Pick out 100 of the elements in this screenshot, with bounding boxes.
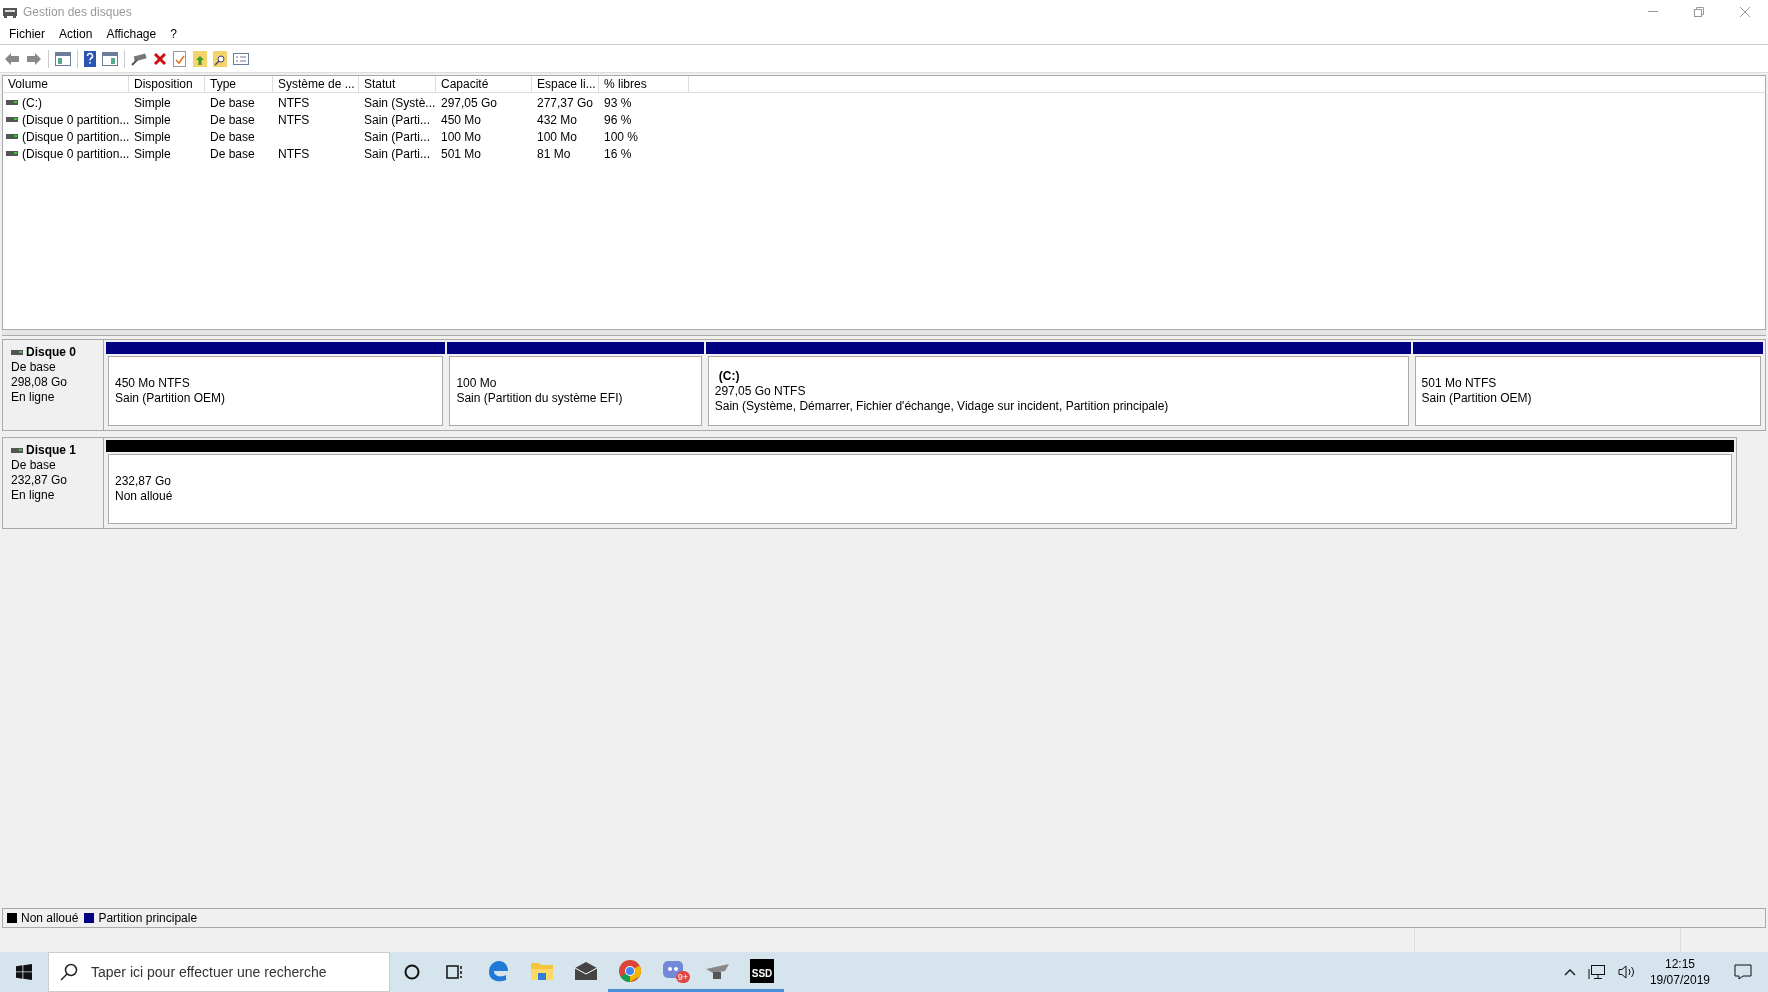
- properties-icon[interactable]: [233, 52, 249, 65]
- restore-icon: [1694, 6, 1704, 17]
- clock-date[interactable]: 19/07/2019: [1649, 972, 1710, 988]
- table-cell-text: 81 Mo: [537, 145, 571, 163]
- partition-status: Sain (Partition du système EFI): [456, 391, 624, 406]
- network-icon[interactable]: [1587, 964, 1606, 980]
- mail-icon: [574, 960, 598, 981]
- column-header[interactable]: Volume: [3, 76, 129, 92]
- console-tree-icon[interactable]: [55, 51, 71, 66]
- table-cell-text: Sain (Parti...: [364, 145, 431, 163]
- partition-size: 450 Mo NTFS: [115, 376, 191, 391]
- table-cell-text: 96 %: [604, 111, 632, 129]
- drive-icon: [6, 117, 18, 122]
- partition-status: Sain (Partition OEM): [115, 391, 227, 406]
- column-header[interactable]: % libres: [599, 76, 689, 92]
- table-cell-text: De base: [210, 145, 255, 163]
- checklist-icon[interactable]: [173, 50, 187, 67]
- table-cell-text: Simple: [134, 94, 171, 112]
- volume-icon[interactable]: [1617, 964, 1636, 980]
- forward-arrow-icon[interactable]: [26, 51, 42, 66]
- table-cell-text: NTFS: [278, 94, 310, 112]
- table-cell-text: 100 Mo: [537, 128, 578, 146]
- disk-size: 232,87 Go: [11, 473, 69, 488]
- disk-name[interactable]: Disque 1: [26, 443, 76, 458]
- minimize-icon: [1648, 11, 1658, 12]
- table-cell-text: De base: [210, 128, 255, 146]
- back-arrow-icon[interactable]: [4, 51, 20, 66]
- partition-card[interactable]: 100 Mo Sain (Partition du système EFI): [449, 356, 702, 426]
- folder-search-icon[interactable]: [213, 50, 227, 67]
- disk-state: En ligne: [11, 390, 56, 405]
- table-cell-text: Simple: [134, 111, 171, 129]
- chrome-icon: [618, 958, 642, 983]
- table-cell-text: 100 %: [604, 128, 639, 146]
- menu-item[interactable]: Fichier: [2, 23, 52, 44]
- search-field[interactable]: Taper ici pour effectuer une recherche: [48, 952, 390, 992]
- table-cell-text: NTFS: [278, 145, 310, 163]
- help-icon[interactable]: [84, 50, 96, 67]
- disk-size: 298,08 Go: [11, 375, 69, 390]
- partition-status: Sain (Système, Démarrer, Fichier d'échange, Vidage sur incident, Partition principale): [714, 398, 1170, 414]
- table-cell-text: Sain (Parti...: [364, 128, 431, 146]
- menu-item[interactable]: ?: [163, 23, 184, 44]
- partition-status: Non alloué: [115, 489, 174, 504]
- taskbar-app-button[interactable]: 9+: [652, 952, 696, 992]
- browser-e-icon: [486, 958, 510, 983]
- table-cell-text: (C:): [22, 94, 42, 112]
- notification-icon[interactable]: [1734, 964, 1752, 980]
- partition-status: Sain (Partition OEM): [1421, 391, 1533, 406]
- partition-size: 100 Mo: [456, 376, 498, 391]
- table-cell-text: 432 Mo: [537, 111, 578, 129]
- table-cell-text: (Disque 0 partition...: [22, 128, 130, 146]
- partition-label: (C:): [717, 368, 741, 384]
- table-cell-text: 16 %: [604, 145, 632, 163]
- partition-card[interactable]: 450 Mo NTFS Sain (Partition OEM): [108, 356, 444, 426]
- taskbar-app-button[interactable]: SSD: [740, 952, 784, 992]
- column-header[interactable]: Espace li...: [532, 76, 599, 92]
- table-cell-text: De base: [210, 111, 255, 129]
- table-cell-text: 501 Mo: [441, 145, 482, 163]
- partition-card[interactable]: 501 Mo NTFS Sain (Partition OEM): [1414, 356, 1761, 426]
- table-cell-text: NTFS: [278, 111, 310, 129]
- drive-connect-icon[interactable]: [131, 51, 147, 66]
- windows-logo-icon: [16, 964, 32, 980]
- folder-up-icon[interactable]: [193, 50, 207, 67]
- partition-size: 297,05 Go NTFS: [714, 383, 807, 399]
- ssd-icon: SSD: [750, 958, 774, 983]
- delete-icon[interactable]: [153, 51, 167, 66]
- table-cell-text: 450 Mo: [441, 111, 482, 129]
- column-header[interactable]: Système de ...: [273, 76, 359, 92]
- table-cell-text: Sain (Systè...: [364, 94, 436, 112]
- table-cell-text: 93 %: [604, 94, 632, 112]
- action-pane-icon[interactable]: [102, 51, 118, 66]
- partition-size: 501 Mo NTFS: [1421, 376, 1498, 391]
- table-cell-text: Sain (Parti...: [364, 111, 431, 129]
- table-cell-text: 297,05 Go: [441, 94, 498, 112]
- close-icon: [1740, 6, 1750, 17]
- legend-label: Partition principale: [98, 910, 198, 927]
- legend-label: Non alloué: [21, 910, 79, 927]
- column-header[interactable]: Type: [205, 76, 273, 92]
- table-cell-text: Simple: [134, 128, 171, 146]
- disk-name[interactable]: Disque 0: [26, 345, 76, 360]
- table-cell-text: Simple: [134, 145, 171, 163]
- table-cell-text: 277,37 Go: [537, 94, 594, 112]
- column-header[interactable]: Statut: [359, 76, 436, 92]
- caret-up-icon[interactable]: [1563, 968, 1576, 976]
- column-header[interactable]: Capacité: [436, 76, 532, 92]
- menu-item[interactable]: Affichage: [99, 23, 164, 44]
- folder-icon: [530, 960, 554, 981]
- drive-icon: [6, 100, 18, 105]
- search-icon: [60, 963, 78, 981]
- task-view-icon[interactable]: [446, 964, 464, 980]
- menu-item[interactable]: Action: [52, 23, 100, 44]
- cortana-icon[interactable]: [404, 964, 420, 980]
- clock-time[interactable]: 12:15: [1664, 956, 1695, 972]
- window-title: Gestion des disques: [23, 3, 132, 21]
- column-header[interactable]: Disposition: [129, 76, 205, 92]
- disk-type: De base: [11, 360, 57, 375]
- drive-icon: [6, 134, 18, 139]
- partition-card[interactable]: (C:) 297,05 Go NTFS Sain (Système, Démarrer, Fichier d'échange, Vidage sur incident, Partition principale): [707, 356, 1409, 426]
- table-cell-text: (Disque 0 partition...: [22, 111, 130, 129]
- partition-card[interactable]: 232,87 Go Non alloué: [108, 454, 1732, 524]
- table-cell-text: De base: [210, 94, 255, 112]
